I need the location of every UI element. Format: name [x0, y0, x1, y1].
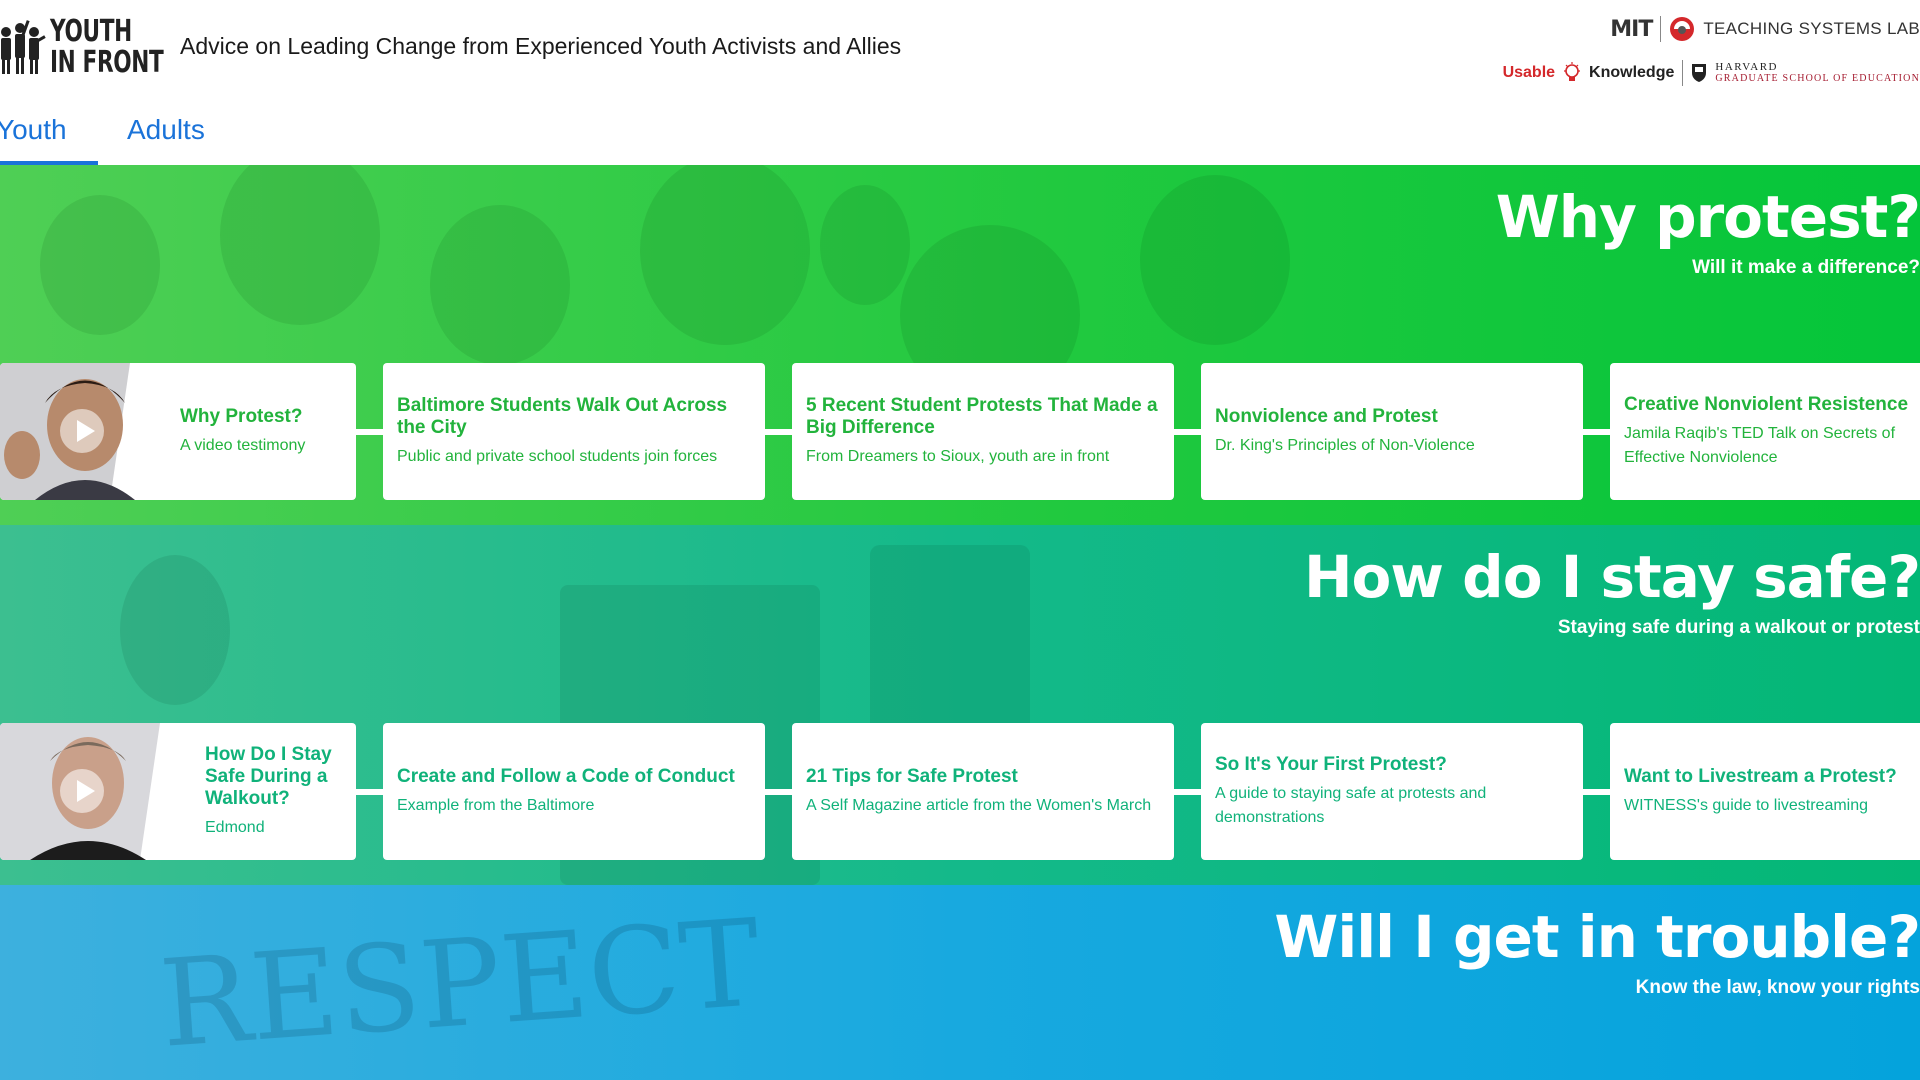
- usable-wordmark: Usable: [1502, 64, 1556, 81]
- card-why-protest-video[interactable]: Why Protest? A video testimony: [0, 363, 356, 500]
- section-get-in-trouble: RESPECT Will I get in trouble? Know the …: [0, 885, 1920, 1080]
- partner-logos: MIT TEACHING SYSTEMS LAB Usable Knowledg…: [1503, 12, 1920, 92]
- section-title: How do I stay safe?: [1304, 543, 1920, 611]
- card-body: Nonviolence and Protest Dr. King's Princ…: [1215, 363, 1573, 500]
- section-title: Will I get in trouble?: [1274, 903, 1920, 971]
- card-body: Why Protest? A video testimony: [180, 363, 346, 500]
- card-body: 5 Recent Student Protests That Made a Bi…: [806, 363, 1164, 500]
- background-sign-text: RESPECT: [155, 894, 765, 1075]
- card-title: 21 Tips for Safe Protest: [806, 765, 1018, 787]
- card-title: Creative Nonviolent Resistence: [1624, 393, 1909, 415]
- background-photo-shape: [640, 165, 810, 345]
- youth-in-front-logo[interactable]: YOUTH IN FRONT: [0, 14, 164, 86]
- card-baltimore-walkout[interactable]: Baltimore Students Walk Out Across the C…: [383, 363, 765, 500]
- logo-divider: [1682, 60, 1684, 86]
- tsl-logo-icon: [1670, 17, 1695, 41]
- section-subtitle: Will it make a difference?: [1692, 257, 1920, 278]
- card-description: A video testimony: [180, 436, 306, 454]
- card-title: Why Protest?: [180, 405, 303, 427]
- site-tagline: Advice on Leading Change from Experience…: [180, 33, 902, 59]
- logo-divider: [1660, 16, 1662, 42]
- logo-line-1: YOUTH: [50, 14, 132, 49]
- card-code-of-conduct[interactable]: Create and Follow a Code of Conduct Exam…: [383, 723, 765, 860]
- card-body: So It's Your First Protest? A guide to s…: [1215, 723, 1573, 860]
- card-description: Jamila Raqib's TED Talk on Secrets of Ef…: [1624, 424, 1896, 466]
- card-title: Baltimore Students Walk Out Across the C…: [397, 394, 728, 438]
- card-description: Example from the Baltimore: [397, 796, 595, 814]
- card-description: WITNESS's guide to livestreaming: [1624, 796, 1869, 814]
- card-body: 21 Tips for Safe Protest A Self Magazine…: [806, 723, 1164, 860]
- section-title: Why protest?: [1495, 183, 1920, 251]
- background-photo-shape: [220, 165, 380, 325]
- card-body: Want to Livestream a Protest? WITNESS's …: [1624, 723, 1920, 860]
- video-thumbnail[interactable]: [0, 363, 165, 500]
- card-recent-student-protests[interactable]: 5 Recent Student Protests That Made a Bi…: [792, 363, 1174, 500]
- card-description: From Dreamers to Sioux, youth are in fro…: [806, 447, 1110, 465]
- card-body: How Do I Stay Safe During a Walkout? Edm…: [205, 723, 346, 860]
- harvard-gse-wordmark: HARVARD GRADUATE SCHOOL OF EDUCATION: [1715, 61, 1920, 85]
- play-icon[interactable]: [60, 409, 104, 453]
- card-title: So It's Your First Protest?: [1215, 753, 1447, 775]
- card-description: A guide to staying safe at protests and …: [1215, 784, 1487, 826]
- background-photo-shape: [430, 205, 570, 365]
- card-title: How Do I Stay Safe During a Walkout?: [205, 743, 332, 809]
- background-photo-shape: [820, 185, 910, 305]
- tsl-wordmark: TEACHING SYSTEMS LAB: [1703, 19, 1920, 38]
- card-description: Dr. King's Principles of Non-Violence: [1215, 436, 1475, 454]
- harvard-wordmark: HARVARD: [1715, 61, 1778, 73]
- logo-line-2: IN FRONT: [50, 45, 164, 80]
- card-body: Create and Follow a Code of Conduct Exam…: [397, 723, 755, 860]
- card-description: Edmond: [205, 818, 265, 836]
- background-photo-shape: [1140, 175, 1290, 345]
- gse-wordmark: GRADUATE SCHOOL OF EDUCATION: [1715, 73, 1920, 84]
- card-safe-protest-tips[interactable]: 21 Tips for Safe Protest A Self Magazine…: [792, 723, 1174, 860]
- mit-logo: MIT: [1610, 16, 1653, 42]
- tab-youth[interactable]: Youth: [0, 108, 98, 165]
- card-title: Create and Follow a Code of Conduct: [397, 765, 735, 787]
- background-photo-shape: [120, 555, 230, 705]
- logo-wordmark: YOUTH IN FRONT: [50, 14, 164, 80]
- section-subtitle: Staying safe during a walkout or protest: [1557, 617, 1920, 638]
- video-thumbnail[interactable]: [0, 723, 190, 860]
- card-creative-nonviolent-resistence[interactable]: Creative Nonviolent Resistence Jamila Ra…: [1610, 363, 1920, 500]
- card-livestream-protest[interactable]: Want to Livestream a Protest? WITNESS's …: [1610, 723, 1920, 860]
- shield-icon: [1692, 64, 1707, 82]
- people-silhouette-icon: [1, 20, 46, 74]
- mit-tsl-logo[interactable]: MIT TEACHING SYSTEMS LAB: [1610, 16, 1920, 42]
- card-body: Baltimore Students Walk Out Across the C…: [397, 363, 755, 500]
- background-photo-shape: [40, 195, 160, 335]
- knowledge-wordmark: Knowledge: [1589, 64, 1675, 81]
- card-body: Creative Nonviolent Resistence Jamila Ra…: [1624, 363, 1920, 500]
- card-title: Want to Livestream a Protest?: [1624, 765, 1897, 787]
- section-subtitle: Know the law, know your rights: [1635, 977, 1920, 998]
- card-nonviolence-protest[interactable]: Nonviolence and Protest Dr. King's Princ…: [1201, 363, 1583, 500]
- card-first-protest[interactable]: So It's Your First Protest? A guide to s…: [1201, 723, 1583, 860]
- section-why-protest: Why protest? Will it make a difference? …: [0, 165, 1920, 525]
- site-header: YOUTH IN FRONT Advice on Leading Change …: [0, 0, 1920, 165]
- play-icon[interactable]: [60, 769, 104, 813]
- lightbulb-icon: [1564, 62, 1581, 81]
- card-stay-safe-video[interactable]: How Do I Stay Safe During a Walkout? Edm…: [0, 723, 356, 860]
- usable-knowledge-harvard-logo[interactable]: Usable Knowledge HARVARD GRADUATE SCHOOL…: [1503, 60, 1920, 86]
- card-title: 5 Recent Student Protests That Made a Bi…: [806, 394, 1158, 438]
- card-description: A Self Magazine article from the Women's…: [806, 796, 1152, 814]
- card-description: Public and private school students join …: [397, 447, 718, 465]
- tab-adults[interactable]: Adults: [127, 108, 205, 165]
- card-title: Nonviolence and Protest: [1215, 405, 1438, 427]
- section-stay-safe: How do I stay safe? Staying safe during …: [0, 525, 1920, 885]
